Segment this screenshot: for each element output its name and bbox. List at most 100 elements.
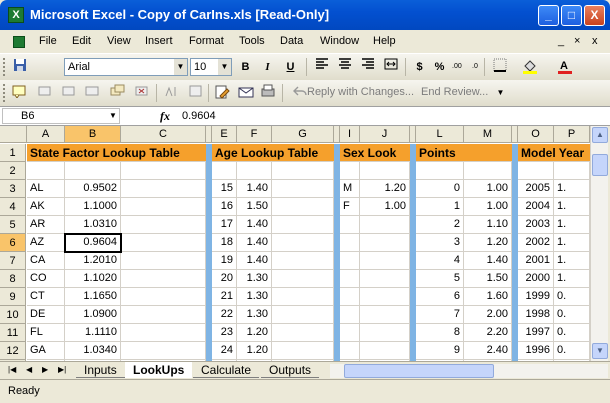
show-comment-icon[interactable] [82, 84, 101, 102]
empty-cell[interactable] [360, 234, 410, 252]
menu-view[interactable]: View [107, 35, 131, 47]
mdi-close-button[interactable]: x [592, 35, 598, 47]
column-header-c[interactable]: C [121, 126, 206, 143]
points-value-cell[interactable]: 3 [416, 234, 464, 252]
show-all-comments-icon[interactable] [108, 84, 127, 102]
points-factor-cell[interactable]: 1.40 [464, 252, 512, 270]
empty-cell[interactable] [554, 162, 590, 180]
font-name-combo[interactable]: Arial ▼ [64, 58, 188, 76]
age-value-cell[interactable]: 16 [212, 198, 237, 216]
row-header[interactable]: 1 [0, 144, 26, 162]
empty-cell[interactable] [464, 162, 512, 180]
age-factor-cell[interactable]: 1.30 [237, 270, 272, 288]
model-factor-cell[interactable]: 0. [554, 306, 590, 324]
model-factor-cell[interactable]: 1. [554, 270, 590, 288]
state-factor-cell[interactable]: 1.1020 [65, 270, 121, 288]
age-value-cell[interactable]: 22 [212, 306, 237, 324]
points-factor-cell[interactable]: 2.00 [464, 306, 512, 324]
increase-decimal-icon[interactable]: .00 [450, 58, 469, 76]
model-year-cell[interactable]: 2005 [518, 180, 554, 198]
menu-window[interactable]: Window [320, 35, 359, 47]
scroll-down-arrow-icon[interactable]: ▼ [592, 343, 608, 359]
state-code-cell[interactable]: CO [27, 270, 65, 288]
edit-pencil-icon[interactable] [212, 84, 231, 102]
new-comment-icon[interactable] [10, 84, 29, 102]
empty-cell[interactable] [27, 162, 65, 180]
model-factor-cell[interactable]: 1. [554, 180, 590, 198]
points-value-cell[interactable]: 0 [416, 180, 464, 198]
row-header[interactable]: 7 [0, 252, 26, 270]
state-factor-cell[interactable]: 1.1110 [65, 324, 121, 342]
maximize-button[interactable]: □ [561, 5, 582, 26]
column-header-j[interactable]: J [360, 126, 410, 143]
track-changes-icon[interactable] [162, 84, 181, 102]
toolbar-grip[interactable] [3, 84, 6, 102]
empty-cell[interactable] [272, 180, 334, 198]
workbook-icon[interactable] [13, 36, 25, 48]
model-factor-cell[interactable]: 0. [554, 342, 590, 360]
sex-code-cell[interactable]: M [340, 180, 360, 198]
sheet-tab-inputs[interactable]: Inputs [76, 362, 125, 378]
state-factor-cell[interactable]: 1.2010 [65, 252, 121, 270]
model-year-cell[interactable]: 1996 [518, 342, 554, 360]
state-code-cell[interactable]: AR [27, 216, 65, 234]
next-sheet-icon[interactable]: ▶ [42, 365, 48, 374]
age-factor-cell[interactable]: 1.20 [237, 342, 272, 360]
empty-cell[interactable] [340, 234, 360, 252]
points-factor-cell[interactable]: 1.50 [464, 270, 512, 288]
sex-factor-cell[interactable]: 1.00 [360, 198, 410, 216]
points-value-cell[interactable]: 5 [416, 270, 464, 288]
align-right-icon[interactable] [358, 58, 377, 76]
age-value-cell[interactable]: 24 [212, 342, 237, 360]
row-header[interactable]: 5 [0, 216, 26, 234]
points-table-header[interactable]: Points [416, 144, 512, 162]
state-code-cell[interactable]: DE [27, 306, 65, 324]
menu-data[interactable]: Data [280, 35, 303, 47]
points-value-cell[interactable]: 6 [416, 288, 464, 306]
font-color-icon[interactable]: A [555, 58, 574, 76]
model-year-cell[interactable]: 2004 [518, 198, 554, 216]
menu-insert[interactable]: Insert [145, 35, 173, 47]
age-table-header[interactable]: Age Lookup Table [212, 144, 334, 162]
row-header[interactable]: 6 [0, 234, 26, 252]
model-year-cell[interactable]: 2001 [518, 252, 554, 270]
mdi-restore-button[interactable]: × [574, 35, 580, 47]
age-factor-cell[interactable]: 1.30 [237, 306, 272, 324]
save-icon[interactable] [10, 58, 29, 76]
column-header-f[interactable]: F [237, 126, 272, 143]
reply-with-changes-button[interactable]: Reply with Changes... [307, 86, 414, 98]
state-factor-cell[interactable]: 1.1650 [65, 288, 121, 306]
age-value-cell[interactable]: 18 [212, 234, 237, 252]
previous-comment-icon[interactable] [34, 84, 53, 102]
empty-cell[interactable] [121, 324, 206, 342]
row-header[interactable]: 3 [0, 180, 26, 198]
empty-cell[interactable] [360, 162, 410, 180]
empty-cell[interactable] [272, 198, 334, 216]
model-year-cell[interactable]: 2003 [518, 216, 554, 234]
chevron-down-icon[interactable]: ▼ [218, 59, 231, 75]
empty-cell[interactable] [121, 270, 206, 288]
age-value-cell[interactable]: 17 [212, 216, 237, 234]
column-header-a[interactable]: A [27, 126, 65, 143]
model-factor-cell[interactable]: 0. [554, 288, 590, 306]
toolbar-grip[interactable] [3, 58, 6, 76]
empty-cell[interactable] [340, 270, 360, 288]
row-header[interactable]: 11 [0, 324, 26, 342]
state-factor-cell[interactable]: 1.1000 [65, 198, 121, 216]
points-value-cell[interactable]: 8 [416, 324, 464, 342]
sheet-tab-outputs[interactable]: Outputs [261, 362, 320, 378]
column-header-o[interactable]: O [518, 126, 554, 143]
model-year-table-header[interactable]: Model Year [518, 144, 590, 162]
empty-cell[interactable] [121, 198, 206, 216]
points-factor-cell[interactable]: 1.10 [464, 216, 512, 234]
empty-cell[interactable] [340, 306, 360, 324]
empty-cell[interactable] [360, 270, 410, 288]
row-header[interactable]: 9 [0, 288, 26, 306]
name-box[interactable]: B6 ▼ [2, 108, 120, 124]
close-button[interactable]: X [584, 5, 605, 26]
excel-app-icon[interactable]: X [8, 7, 24, 23]
points-value-cell[interactable]: 7 [416, 306, 464, 324]
state-code-cell[interactable]: AL [27, 180, 65, 198]
sheet-tab-lookups[interactable]: LookUps [125, 362, 193, 378]
state-factor-cell[interactable]: 0.9502 [65, 180, 121, 198]
